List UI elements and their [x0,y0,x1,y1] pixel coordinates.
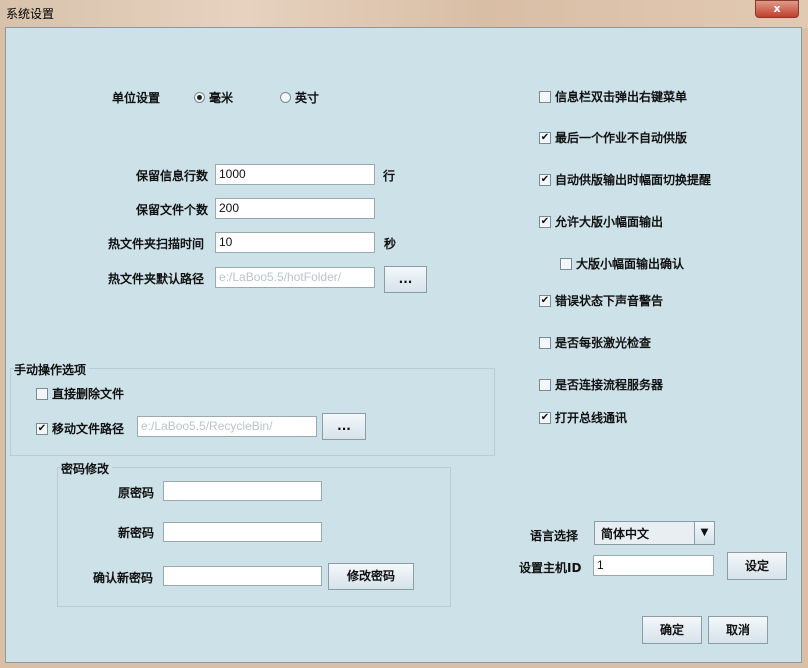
option-label: 是否连接流程服务器 [555,378,664,392]
move-file-checkbox[interactable]: ✔ 移动文件路径 [36,420,124,437]
checkbox-icon [539,90,551,103]
option-checkbox[interactable]: ✔ 允许大版小幅面输出 [539,213,663,230]
radio-mm-label: 毫米 [209,91,234,105]
change-password-button[interactable]: 修改密码 [328,563,414,590]
close-button[interactable]: x [755,0,799,18]
option-checkbox[interactable]: ✔ 错误状态下声音警告 [539,292,663,309]
option-label: 最后一个作业不自动供版 [555,131,688,145]
old-password-label: 原密码 [118,486,155,500]
file-count-input[interactable]: 200 [215,198,375,219]
password-group-title: 密码修改 [61,460,113,477]
new-password-label: 新密码 [118,526,155,540]
option-checkbox[interactable]: ✔ 自动供版输出时幅面切换提醒 [539,171,711,188]
info-lines-label: 保留信息行数 [136,169,209,183]
option-label: 错误状态下声音警告 [555,294,664,308]
checkbox-icon [539,378,551,391]
radio-icon [194,92,205,103]
window-title: 系统设置 [6,7,55,21]
info-lines-unit: 行 [383,169,396,183]
radio-inch[interactable]: 英寸 [280,89,319,106]
option-label: 大版小幅面输出确认 [576,257,685,271]
cancel-button[interactable]: 取消 [708,616,768,644]
language-select[interactable]: 简体中文 ▼ [594,521,715,545]
radio-inch-label: 英寸 [295,91,320,105]
checkmark-icon: ✔ [539,131,551,144]
option-label: 信息栏双击弹出右键菜单 [555,90,688,104]
option-checkbox[interactable]: ✔ 最后一个作业不自动供版 [539,129,687,146]
info-lines-input[interactable]: 1000 [215,164,375,185]
language-value: 简体中文 [601,527,650,541]
scan-time-unit: 秒 [384,237,397,251]
option-label: 自动供版输出时幅面切换提醒 [555,173,712,187]
option-checkbox[interactable]: 信息栏双击弹出右键菜单 [539,88,687,105]
confirm-password-input[interactable] [163,566,322,586]
checkmark-icon: ✔ [539,411,551,424]
radio-mm[interactable]: 毫米 [194,89,233,106]
confirm-password-label: 确认新密码 [93,571,154,585]
manual-group [10,368,495,456]
radio-icon [280,92,291,103]
manual-group-title: 手动操作选项 [14,361,90,378]
delete-file-checkbox[interactable]: 直接删除文件 [36,385,124,402]
unit-label: 单位设置 [112,91,161,105]
option-label: 打开总线通讯 [555,411,628,425]
checkmark-icon: ✔ [539,215,551,228]
old-password-input[interactable] [163,481,322,501]
chevron-down-icon[interactable]: ▼ [694,522,714,544]
file-count-label: 保留文件个数 [136,203,209,217]
scan-time-label: 热文件夹扫描时间 [108,237,205,251]
option-checkbox[interactable]: 是否连接流程服务器 [539,376,663,393]
option-checkbox[interactable]: 大版小幅面输出确认 [560,255,684,272]
move-path-browse-button[interactable]: ... [322,413,366,440]
new-password-input[interactable] [163,522,322,542]
checkmark-icon: ✔ [539,294,551,307]
option-checkbox[interactable]: ✔ 打开总线通讯 [539,409,627,426]
host-id-input[interactable]: 1 [593,555,714,576]
scan-time-input[interactable]: 10 [215,232,375,253]
language-label: 语言选择 [530,529,579,543]
title-bar: 系统设置 x [0,0,808,28]
hot-path-input[interactable]: e:/LaBoo5.5/hotFolder/ [215,267,375,288]
ok-button[interactable]: 确定 [642,616,702,644]
hot-path-label: 热文件夹默认路径 [108,272,205,286]
hot-path-browse-button[interactable]: ... [384,266,427,293]
checkbox-icon [539,336,551,349]
option-label: 允许大版小幅面输出 [555,215,664,229]
delete-file-label: 直接删除文件 [52,387,125,401]
checkbox-icon [36,387,48,400]
checkmark-icon: ✔ [36,422,48,435]
option-checkbox[interactable]: 是否每张激光检查 [539,334,651,351]
move-file-label: 移动文件路径 [52,422,125,436]
option-label: 是否每张激光检查 [555,336,652,350]
host-id-label: 设置主机ID [519,561,582,575]
set-host-button[interactable]: 设定 [727,552,787,580]
checkmark-icon: ✔ [539,173,551,186]
move-path-input[interactable]: e:/LaBoo5.5/RecycleBin/ [137,416,317,437]
checkbox-icon [560,257,572,270]
